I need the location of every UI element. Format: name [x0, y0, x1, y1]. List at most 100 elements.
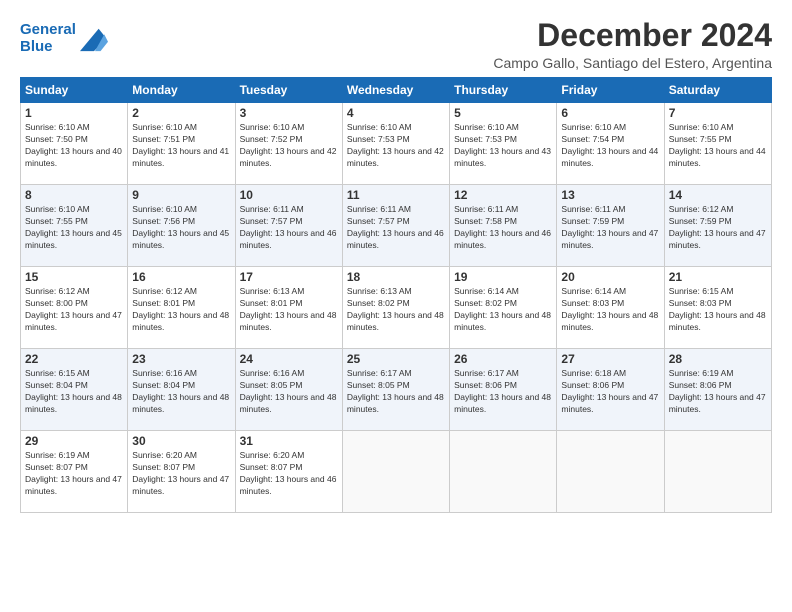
- calendar-cell: 4 Sunrise: 6:10 AMSunset: 7:53 PMDaylight…: [342, 103, 449, 185]
- day-number: 1: [25, 106, 123, 120]
- header: General Blue December 2024 Campo Gallo, …: [20, 18, 772, 71]
- logo-blue: Blue: [20, 38, 53, 55]
- calendar-week-2: 15Sunrise: 6:12 AMSunset: 8:00 PMDayligh…: [21, 267, 772, 349]
- calendar-cell: 20Sunrise: 6:14 AMSunset: 8:03 PMDayligh…: [557, 267, 664, 349]
- day-detail: Sunrise: 6:12 AMSunset: 8:00 PMDaylight:…: [25, 286, 122, 332]
- day-detail: Sunrise: 6:13 AMSunset: 8:02 PMDaylight:…: [347, 286, 444, 332]
- day-number: 25: [347, 352, 445, 366]
- calendar-cell: 1Sunrise: 6:10 AMSunset: 7:50 PMDaylight…: [21, 103, 128, 185]
- calendar-week-4: 29Sunrise: 6:19 AMSunset: 8:07 PMDayligh…: [21, 431, 772, 513]
- day-number: 16: [132, 270, 230, 284]
- location-title: Campo Gallo, Santiago del Estero, Argent…: [493, 55, 772, 71]
- calendar-cell: 25 Sunrise: 6:17 AMSunset: 8:05 PMDayligh…: [342, 349, 449, 431]
- logo-general: General: [20, 21, 76, 38]
- logo-text: General Blue: [20, 22, 76, 55]
- day-detail: Sunrise: 6:10 AMSunset: 7:52 PMDaylight:…: [240, 122, 337, 168]
- day-number: 30: [132, 434, 230, 448]
- calendar-cell: 19 Sunrise: 6:14 AMSunset: 8:02 PMDayligh…: [450, 267, 557, 349]
- calendar-cell: 14Sunrise: 6:12 AMSunset: 7:59 PMDayligh…: [664, 185, 771, 267]
- day-number: 19: [454, 270, 552, 284]
- day-number: 13: [561, 188, 659, 202]
- day-number: 10: [240, 188, 338, 202]
- calendar-cell: 22 Sunrise: 6:15 AMSunset: 8:04 PMDayligh…: [21, 349, 128, 431]
- day-detail: Sunrise: 6:15 AMSunset: 8:04 PMDaylight:…: [25, 368, 122, 414]
- day-detail: Sunrise: 6:19 AMSunset: 8:06 PMDaylight:…: [669, 368, 766, 414]
- day-detail: Sunrise: 6:16 AMSunset: 8:05 PMDaylight:…: [240, 368, 337, 414]
- day-detail: Sunrise: 6:12 AMSunset: 7:59 PMDaylight:…: [669, 204, 766, 250]
- day-number: 12: [454, 188, 552, 202]
- day-detail: Sunrise: 6:11 AMSunset: 7:59 PMDaylight:…: [561, 204, 658, 250]
- day-detail: Sunrise: 6:10 AMSunset: 7:54 PMDaylight:…: [561, 122, 658, 168]
- day-header-friday: Friday: [557, 78, 664, 103]
- calendar-cell: 18 Sunrise: 6:13 AMSunset: 8:02 PMDayligh…: [342, 267, 449, 349]
- day-number: 4: [347, 106, 445, 120]
- day-header-tuesday: Tuesday: [235, 78, 342, 103]
- calendar-cell: 17 Sunrise: 6:13 AMSunset: 8:01 PMDayligh…: [235, 267, 342, 349]
- day-detail: Sunrise: 6:11 AMSunset: 7:58 PMDaylight:…: [454, 204, 551, 250]
- calendar-cell: 12 Sunrise: 6:11 AMSunset: 7:58 PMDayligh…: [450, 185, 557, 267]
- calendar-cell: 30Sunrise: 6:20 AMSunset: 8:07 PMDayligh…: [128, 431, 235, 513]
- calendar-cell: 11 Sunrise: 6:11 AMSunset: 7:57 PMDayligh…: [342, 185, 449, 267]
- calendar-cell: 13 Sunrise: 6:11 AMSunset: 7:59 PMDayligh…: [557, 185, 664, 267]
- day-number: 26: [454, 352, 552, 366]
- calendar-week-0: 1Sunrise: 6:10 AMSunset: 7:50 PMDaylight…: [21, 103, 772, 185]
- title-area: December 2024 Campo Gallo, Santiago del …: [493, 18, 772, 71]
- day-header-wednesday: Wednesday: [342, 78, 449, 103]
- day-number: 8: [25, 188, 123, 202]
- calendar-cell: 29Sunrise: 6:19 AMSunset: 8:07 PMDayligh…: [21, 431, 128, 513]
- day-detail: Sunrise: 6:15 AMSunset: 8:03 PMDaylight:…: [669, 286, 766, 332]
- calendar-week-1: 8 Sunrise: 6:10 AMSunset: 7:55 PMDaylight…: [21, 185, 772, 267]
- day-number: 17: [240, 270, 338, 284]
- calendar-header-row: SundayMondayTuesdayWednesdayThursdayFrid…: [21, 78, 772, 103]
- logo: General Blue: [20, 22, 108, 55]
- calendar-cell: 31 Sunrise: 6:20 AMSunset: 8:07 PMDayligh…: [235, 431, 342, 513]
- month-title: December 2024: [493, 18, 772, 53]
- day-detail: Sunrise: 6:10 AMSunset: 7:53 PMDaylight:…: [454, 122, 551, 168]
- day-number: 3: [240, 106, 338, 120]
- calendar-cell: 16Sunrise: 6:12 AMSunset: 8:01 PMDayligh…: [128, 267, 235, 349]
- day-detail: Sunrise: 6:18 AMSunset: 8:06 PMDaylight:…: [561, 368, 658, 414]
- day-detail: Sunrise: 6:19 AMSunset: 8:07 PMDaylight:…: [25, 450, 122, 496]
- day-detail: Sunrise: 6:10 AMSunset: 7:56 PMDaylight:…: [132, 204, 229, 250]
- calendar-cell: 3 Sunrise: 6:10 AMSunset: 7:52 PMDaylight…: [235, 103, 342, 185]
- day-number: 22: [25, 352, 123, 366]
- calendar-cell: 24 Sunrise: 6:16 AMSunset: 8:05 PMDayligh…: [235, 349, 342, 431]
- day-detail: Sunrise: 6:10 AMSunset: 7:51 PMDaylight:…: [132, 122, 229, 168]
- day-detail: Sunrise: 6:10 AMSunset: 7:53 PMDaylight:…: [347, 122, 444, 168]
- day-number: 21: [669, 270, 767, 284]
- day-number: 27: [561, 352, 659, 366]
- calendar-cell: 21 Sunrise: 6:15 AMSunset: 8:03 PMDayligh…: [664, 267, 771, 349]
- calendar-cell: 23Sunrise: 6:16 AMSunset: 8:04 PMDayligh…: [128, 349, 235, 431]
- calendar-cell: 6 Sunrise: 6:10 AMSunset: 7:54 PMDaylight…: [557, 103, 664, 185]
- calendar-cell: 28Sunrise: 6:19 AMSunset: 8:06 PMDayligh…: [664, 349, 771, 431]
- day-detail: Sunrise: 6:13 AMSunset: 8:01 PMDaylight:…: [240, 286, 337, 332]
- calendar-cell: [664, 431, 771, 513]
- calendar-cell: 2 Sunrise: 6:10 AMSunset: 7:51 PMDaylight…: [128, 103, 235, 185]
- day-number: 9: [132, 188, 230, 202]
- day-detail: Sunrise: 6:17 AMSunset: 8:05 PMDaylight:…: [347, 368, 444, 414]
- day-number: 2: [132, 106, 230, 120]
- day-number: 6: [561, 106, 659, 120]
- day-header-saturday: Saturday: [664, 78, 771, 103]
- day-detail: Sunrise: 6:14 AMSunset: 8:03 PMDaylight:…: [561, 286, 658, 332]
- day-detail: Sunrise: 6:10 AMSunset: 7:55 PMDaylight:…: [25, 204, 122, 250]
- day-number: 31: [240, 434, 338, 448]
- day-number: 5: [454, 106, 552, 120]
- day-number: 24: [240, 352, 338, 366]
- day-detail: Sunrise: 6:11 AMSunset: 7:57 PMDaylight:…: [347, 204, 444, 250]
- calendar-body: 1Sunrise: 6:10 AMSunset: 7:50 PMDaylight…: [21, 103, 772, 513]
- day-detail: Sunrise: 6:14 AMSunset: 8:02 PMDaylight:…: [454, 286, 551, 332]
- calendar-cell: 7Sunrise: 6:10 AMSunset: 7:55 PMDaylight…: [664, 103, 771, 185]
- calendar-cell: [557, 431, 664, 513]
- day-detail: Sunrise: 6:20 AMSunset: 8:07 PMDaylight:…: [240, 450, 337, 496]
- day-number: 11: [347, 188, 445, 202]
- day-header-sunday: Sunday: [21, 78, 128, 103]
- calendar-cell: 8 Sunrise: 6:10 AMSunset: 7:55 PMDaylight…: [21, 185, 128, 267]
- day-number: 23: [132, 352, 230, 366]
- calendar-cell: 5 Sunrise: 6:10 AMSunset: 7:53 PMDaylight…: [450, 103, 557, 185]
- day-header-thursday: Thursday: [450, 78, 557, 103]
- calendar-table: SundayMondayTuesdayWednesdayThursdayFrid…: [20, 77, 772, 513]
- day-number: 18: [347, 270, 445, 284]
- logo-icon: [80, 25, 108, 53]
- day-number: 7: [669, 106, 767, 120]
